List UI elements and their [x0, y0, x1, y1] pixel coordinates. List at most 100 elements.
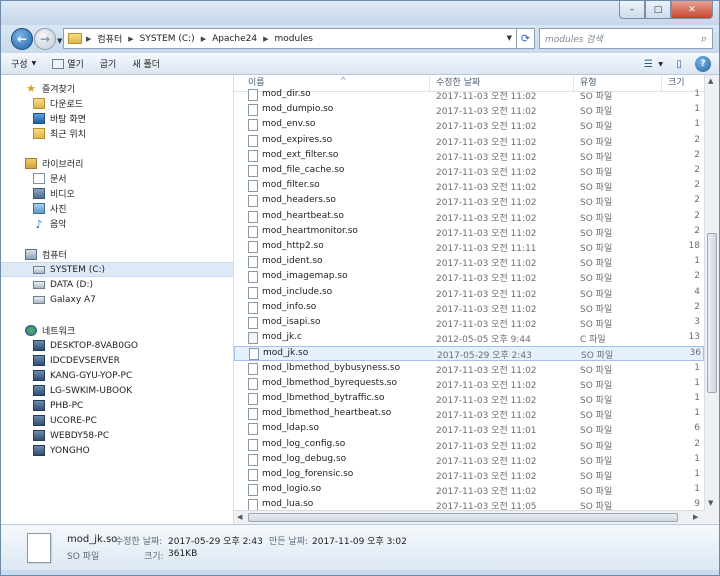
- file-row[interactable]: mod_imagemap.so 2017-11-03 오전 11:02 SO 파일 2: [234, 270, 704, 285]
- organize-button[interactable]: 구성 ▼: [11, 57, 36, 70]
- nav-computer[interactable]: 컴퓨터: [1, 247, 233, 262]
- breadcrumb-apache24[interactable]: Apache24: [212, 34, 257, 44]
- file-row[interactable]: mod_heartmonitor.so 2017-11-03 오전 11:02 SO…: [234, 225, 704, 240]
- file-row[interactable]: mod_log_forensic.so 2017-11-03 오전 11:02 SO…: [234, 468, 704, 483]
- file-date: 2017-11-03 오전 11:02: [436, 289, 537, 300]
- nav-item-recent[interactable]: 최근 위치: [1, 126, 233, 141]
- nav-item-network-pc[interactable]: WEBDY58-PC: [1, 428, 233, 443]
- chevron-right-icon[interactable]: ▶: [128, 35, 133, 43]
- search-input[interactable]: modules 검색 ⌕: [539, 28, 713, 49]
- nav-item-network-pc[interactable]: PHB-PC: [1, 398, 233, 413]
- file-row[interactable]: mod_headers.so 2017-11-03 오전 11:02 SO 파일 2: [234, 194, 704, 209]
- breadcrumb-computer[interactable]: 컴퓨터: [97, 32, 122, 45]
- file-row[interactable]: mod_lbmethod_bybusyness.so 2017-11-03 오전 …: [234, 362, 704, 377]
- file-row[interactable]: mod_ext_filter.so 2017-11-03 오전 11:02 SO 파…: [234, 149, 704, 164]
- file-row[interactable]: mod_log_debug.so 2017-11-03 오전 11:02 SO 파일…: [234, 453, 704, 468]
- file-icon: [248, 423, 258, 436]
- file-row[interactable]: mod_jk.c 2012-05-05 오후 9:44 C 파일 13: [234, 331, 704, 346]
- chevron-right-icon[interactable]: ▶: [263, 35, 268, 43]
- breadcrumb-modules[interactable]: modules: [275, 34, 313, 44]
- file-row[interactable]: mod_lbmethod_heartbeat.so 2017-11-03 오전 1…: [234, 407, 704, 422]
- nav-item-network-pc[interactable]: IDCDEVSERVER: [1, 353, 233, 368]
- file-icon: [248, 453, 258, 466]
- nav-favorites[interactable]: ★ 즐겨찾기: [1, 81, 233, 96]
- new-folder-button[interactable]: 새 폴더: [132, 57, 160, 70]
- nav-item-downloads[interactable]: 다운로드: [1, 96, 233, 111]
- preview-pane-button[interactable]: ▯: [671, 56, 687, 72]
- nav-item-network-pc[interactable]: DESKTOP-8VAB0GO: [1, 338, 233, 353]
- file-size: 2: [694, 165, 700, 175]
- chevron-right-icon[interactable]: ▶: [201, 35, 206, 43]
- file-row[interactable]: mod_logio.so 2017-11-03 오전 11:02 SO 파일 1: [234, 483, 704, 498]
- nav-item-data-d[interactable]: DATA (D:): [1, 277, 233, 292]
- file-size: 1: [694, 362, 700, 373]
- forward-button[interactable]: →: [34, 28, 56, 50]
- file-row[interactable]: mod_lbmethod_byrequests.so 2017-11-03 오전 …: [234, 377, 704, 392]
- nav-item-pictures[interactable]: 사진: [1, 201, 233, 216]
- nav-item-videos[interactable]: 비디오: [1, 186, 233, 201]
- nav-libraries[interactable]: 라이브러리: [1, 156, 233, 171]
- file-row[interactable]: mod_jk.so 2017-05-29 오후 2:43 SO 파일 36: [234, 346, 704, 362]
- nav-item-desktop[interactable]: 바탕 화면: [1, 111, 233, 126]
- burn-label: 굽기: [99, 60, 117, 70]
- vertical-scroll-thumb[interactable]: [707, 233, 717, 393]
- open-button[interactable]: 열기: [52, 57, 84, 70]
- refresh-button[interactable]: ⟳: [517, 28, 535, 49]
- nav-network[interactable]: 네트워크: [1, 323, 233, 338]
- file-type: SO 파일: [581, 351, 614, 362]
- file-row[interactable]: mod_info.so 2017-11-03 오전 11:02 SO 파일 2: [234, 301, 704, 316]
- command-bar: 구성 ▼ 열기 굽기 새 폴더 ☰ ▼ ▯ ?: [1, 53, 719, 75]
- nav-item-network-pc[interactable]: YONGHO: [1, 443, 233, 458]
- file-list: 이름 ^ 수정한 날짜 유형 크기 mod_dir.so 2017-11-03 오…: [234, 75, 719, 524]
- file-row[interactable]: mod_file_cache.so 2017-11-03 오전 11:02 SO 파…: [234, 164, 704, 179]
- help-button[interactable]: ?: [695, 56, 711, 72]
- address-dropdown-icon[interactable]: ▼: [507, 34, 512, 42]
- file-size: 13: [688, 332, 700, 343]
- scroll-right-icon[interactable]: ▶: [693, 513, 698, 521]
- file-row[interactable]: mod_include.so 2017-11-03 오전 11:02 SO 파일 4: [234, 286, 704, 301]
- view-list-icon: ☰: [643, 58, 653, 70]
- nav-item-network-pc[interactable]: UCORE-PC: [1, 413, 233, 428]
- close-button[interactable]: ✕: [671, 1, 713, 19]
- file-icon: [248, 149, 258, 162]
- file-row[interactable]: mod_lbmethod_bytraffic.so 2017-11-03 오전 1…: [234, 392, 704, 407]
- nav-item-system-c[interactable]: SYSTEM (C:): [1, 262, 233, 277]
- file-row[interactable]: mod_env.so 2017-11-03 오전 11:02 SO 파일 1: [234, 118, 704, 133]
- file-row[interactable]: mod_dumpio.so 2017-11-03 오전 11:02 SO 파일 1: [234, 103, 704, 118]
- file-row[interactable]: mod_heartbeat.so 2017-11-03 오전 11:02 SO 파일…: [234, 210, 704, 225]
- address-box[interactable]: ▶ 컴퓨터 ▶ SYSTEM (C:) ▶ Apache24 ▶ modules…: [63, 28, 517, 49]
- file-row[interactable]: mod_ldap.so 2017-11-03 오전 11:01 SO 파일 6: [234, 422, 704, 437]
- nav-item-network-pc[interactable]: LG-SWKIM-UBOOK: [1, 383, 233, 398]
- caret-down-icon[interactable]: ▼: [658, 61, 663, 68]
- horizontal-scroll-thumb[interactable]: [248, 513, 678, 522]
- minimize-button[interactable]: –: [619, 1, 645, 19]
- horizontal-scrollbar[interactable]: ◀ ▶: [234, 510, 704, 524]
- file-row[interactable]: mod_isapi.so 2017-11-03 오전 11:02 SO 파일 3: [234, 316, 704, 331]
- scroll-down-icon[interactable]: ▼: [708, 499, 713, 507]
- chevron-right-icon[interactable]: ▶: [86, 35, 91, 43]
- file-row[interactable]: mod_ident.so 2017-11-03 오전 11:02 SO 파일 1: [234, 255, 704, 270]
- scroll-left-icon[interactable]: ◀: [237, 513, 242, 521]
- file-row[interactable]: mod_dir.so 2017-11-03 오전 11:02 SO 파일 1: [234, 88, 704, 103]
- file-icon: [248, 286, 258, 299]
- nav-item-documents[interactable]: 문서: [1, 171, 233, 186]
- view-options-button[interactable]: ☰: [640, 56, 656, 72]
- file-row[interactable]: mod_http2.so 2017-11-03 오전 11:11 SO 파일 18: [234, 240, 704, 255]
- nav-item-galaxy-a7[interactable]: Galaxy A7: [1, 292, 233, 307]
- file-row[interactable]: mod_filter.so 2017-11-03 오전 11:02 SO 파일 2: [234, 179, 704, 194]
- history-dropdown-icon[interactable]: ▼: [57, 37, 62, 45]
- nav-item-network-pc[interactable]: KANG-GYU-YOP-PC: [1, 368, 233, 383]
- file-size: 1: [694, 453, 700, 464]
- open-label: 열기: [67, 60, 84, 70]
- maximize-button[interactable]: □: [645, 1, 671, 19]
- details-modified-value: 2017-05-29 오후 2:43: [168, 537, 263, 547]
- file-row[interactable]: mod_log_config.so 2017-11-03 오전 11:02 SO 파…: [234, 438, 704, 453]
- vertical-scrollbar[interactable]: ▲ ▼: [704, 75, 719, 510]
- scroll-up-icon[interactable]: ▲: [708, 77, 713, 85]
- burn-button[interactable]: 굽기: [100, 57, 117, 70]
- breadcrumb-system-c[interactable]: SYSTEM (C:): [140, 34, 195, 44]
- back-button[interactable]: ←: [11, 28, 33, 50]
- nav-item-music[interactable]: ♪ 음악: [1, 216, 233, 231]
- file-row[interactable]: mod_expires.so 2017-11-03 오전 11:02 SO 파일 2: [234, 134, 704, 149]
- navigation-pane: ★ 즐겨찾기 다운로드 바탕 화면 최근 위치 라이브러리 문서 비디오 사진 …: [1, 75, 234, 524]
